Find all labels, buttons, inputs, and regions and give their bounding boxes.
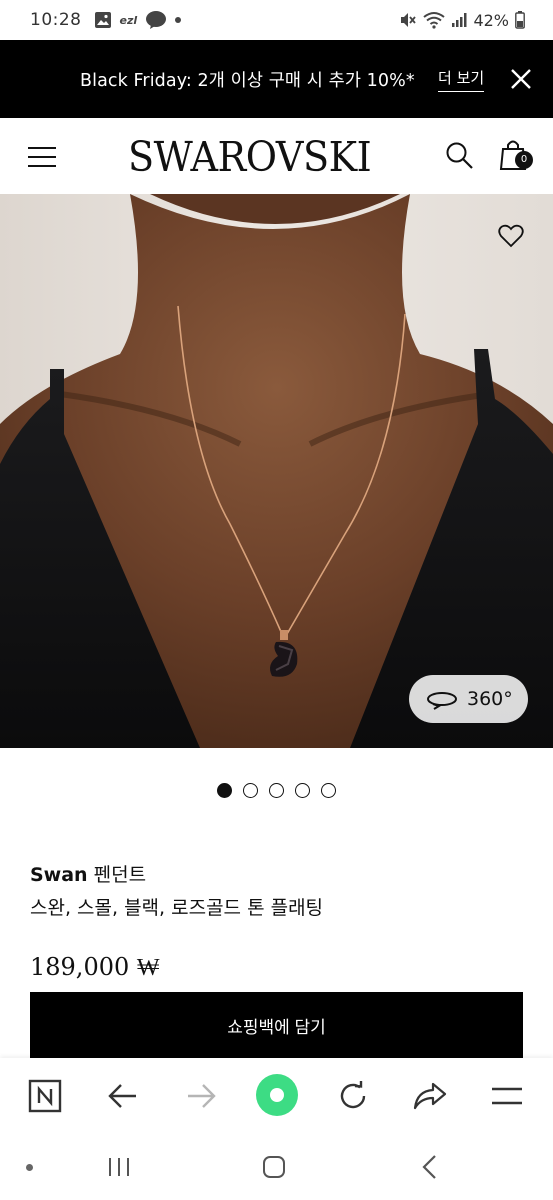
wifi-icon (423, 12, 446, 29)
brand-logo[interactable]: SWAROVSKI (128, 133, 372, 181)
naver-home-icon[interactable] (27, 1078, 63, 1114)
product-description: 스완, 스몰, 블랙, 로즈골드 톤 플래팅 (30, 897, 324, 919)
rotate-360-icon (427, 692, 457, 710)
status-time: 10:28 (30, 10, 82, 30)
ezl-icon: ezl (119, 13, 138, 27)
product-name-bold: Swan (30, 864, 88, 886)
gallery-icon (94, 12, 111, 28)
share-icon[interactable] (412, 1078, 448, 1114)
system-back-icon[interactable] (414, 1152, 444, 1182)
nav-dot-icon (14, 1152, 44, 1182)
wishlist-heart-icon[interactable] (498, 224, 524, 248)
back-arrow-icon[interactable] (105, 1078, 141, 1114)
add-to-cart-button[interactable]: 쇼핑백에 담기 (30, 992, 523, 1058)
product-photo (0, 194, 553, 748)
product-price: 189,000 ₩ (30, 953, 160, 981)
status-right: 42% (399, 11, 525, 30)
carousel-dot[interactable] (243, 783, 258, 798)
home-icon[interactable] (259, 1152, 289, 1182)
search-icon[interactable] (444, 140, 474, 170)
battery-percent: 42% (473, 10, 509, 30)
view-360-button[interactable]: 360° (409, 675, 528, 723)
system-nav-bar (0, 1134, 553, 1200)
promo-more-link[interactable]: 더 보기 (438, 67, 485, 92)
close-icon[interactable] (508, 66, 534, 92)
product-image[interactable]: 360° (0, 194, 553, 748)
carousel-dot[interactable] (217, 783, 232, 798)
promo-banner: Black Friday: 2개 이상 구매 시 추가 10%* 더 보기 (0, 40, 553, 118)
mute-icon (401, 13, 417, 27)
browser-toolbar (0, 1058, 553, 1134)
signal-icon (452, 13, 467, 27)
site-header: SWAROVSKI (0, 118, 553, 194)
recent-apps-icon[interactable] (104, 1152, 134, 1182)
green-dot-icon[interactable] (255, 1073, 299, 1117)
dot-icon (175, 17, 182, 23)
carousel-dot[interactable] (321, 783, 336, 798)
product-name-rest: 펜던트 (87, 864, 147, 886)
carousel-dot[interactable] (269, 783, 284, 798)
menu-lines-icon[interactable] (489, 1078, 525, 1114)
battery-icon (515, 11, 525, 29)
notification-icons: ezl (94, 10, 182, 30)
forward-arrow-icon[interactable] (183, 1078, 219, 1114)
view-360-label: 360° (467, 688, 513, 710)
carousel-dot[interactable] (295, 783, 310, 798)
reload-icon[interactable] (335, 1078, 371, 1114)
menu-icon[interactable] (28, 147, 56, 167)
talk-icon (146, 11, 167, 29)
promo-text: Black Friday: 2개 이상 구매 시 추가 10%* (80, 71, 415, 91)
status-bar: 10:28 ezl 42% (0, 0, 553, 40)
product-name: Swan 펜던트 (30, 860, 146, 887)
carousel-dots (217, 783, 336, 798)
bag-count-badge: 0 (515, 151, 533, 169)
